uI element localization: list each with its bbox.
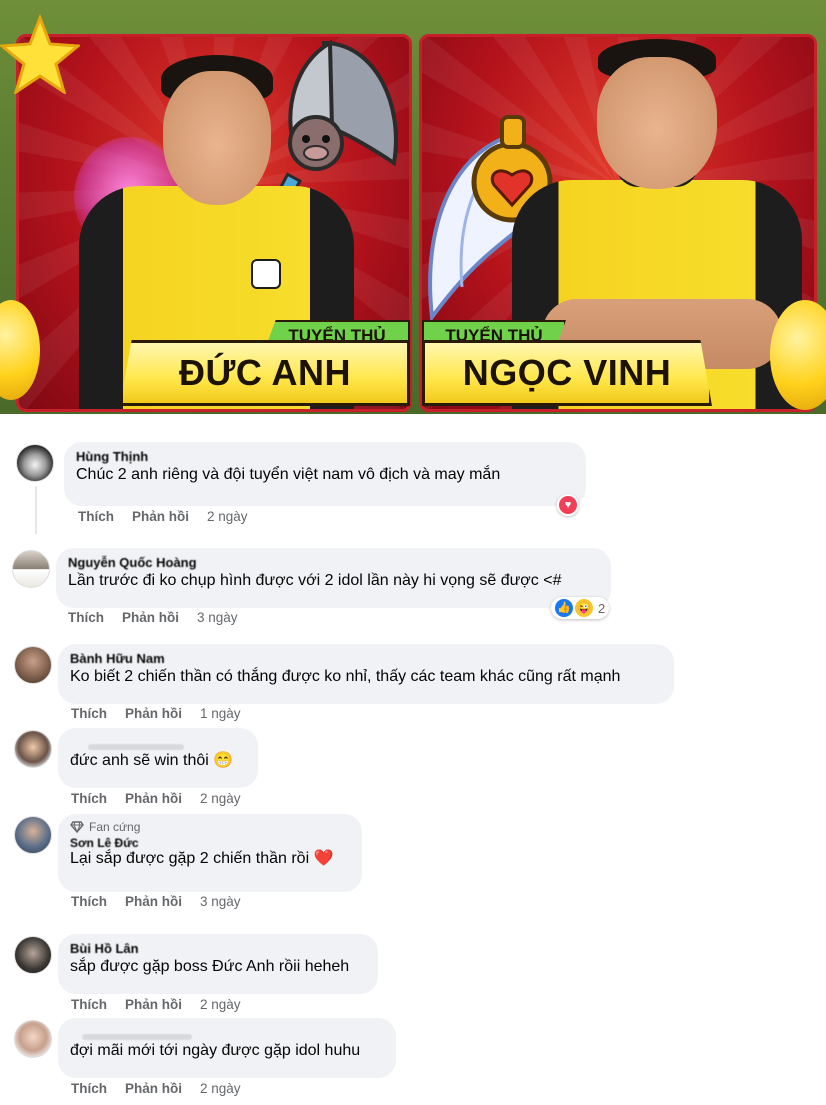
comment-time[interactable]: 3 ngày <box>200 894 241 909</box>
star-icon <box>0 14 80 94</box>
avatar[interactable] <box>14 936 52 974</box>
comment-text: Lại sắp được gặp 2 chiến thần rồi ❤️ <box>70 850 334 867</box>
comment-text: sắp được gặp boss Đức Anh rồii heheh <box>70 958 350 975</box>
comment-author[interactable]: Hùng Thịnh <box>76 450 574 464</box>
comment-author[interactable]: Nguyễn Quốc Hoàng <box>68 556 599 570</box>
comment-author[interactable]: Bành Hữu Nam <box>70 652 662 666</box>
reply-button[interactable]: Phản hồi <box>125 791 182 806</box>
player-name-right: NGỌC VINH <box>422 340 712 406</box>
comment-meta: Thích Phản hồi 3 ngày <box>71 894 241 909</box>
comment-bubble: Fan cứng Sơn Lê Đức Lại sắp được gặp 2 c… <box>58 814 362 892</box>
comment-meta: Thích Phản hồi 2 ngày <box>71 1081 241 1096</box>
badge-label: Fan cứng <box>89 820 141 834</box>
player-name-left: ĐỨC ANH <box>120 340 410 406</box>
like-button[interactable]: Thích <box>78 509 114 524</box>
comment-meta: Thích Phản hồi 2 ngày <box>71 791 241 806</box>
avatar[interactable] <box>14 730 52 768</box>
reply-button[interactable]: Phản hồi <box>125 894 182 909</box>
laugh-emoji-icon: 😜 <box>575 599 593 617</box>
comment-time[interactable]: 2 ngày <box>200 997 241 1012</box>
comment-time[interactable]: 3 ngày <box>197 610 238 625</box>
comment-time[interactable]: 2 ngày <box>200 1081 241 1096</box>
comment-bubble: đức anh sẽ win thôi 😁 <box>58 728 258 788</box>
comment-bubble: Bùi Hồ Lân sắp được gặp boss Đức Anh rồi… <box>58 934 378 994</box>
comment-author <box>70 1026 384 1040</box>
stream-banner-image: TUYỂN THỦ TUYỂN THỦ TUYỂN THỦ ĐỨC ANH NG… <box>0 0 826 414</box>
reply-button[interactable]: Phản hồi <box>125 706 182 721</box>
comment-meta: Thích Phản hồi 2 ngày <box>78 509 248 524</box>
avatar[interactable] <box>14 1020 52 1058</box>
comment-bubble: Hùng Thịnh Chúc 2 anh riêng và đội tuyển… <box>64 442 586 506</box>
comment-meta: Thích Phản hồi 2 ngày <box>71 997 241 1012</box>
reply-button[interactable]: Phản hồi <box>132 509 189 524</box>
avatar[interactable] <box>14 816 52 854</box>
reply-button[interactable]: Phản hồi <box>125 997 182 1012</box>
diamond-icon <box>70 821 84 833</box>
comment-author <box>70 736 246 750</box>
comment-reaction[interactable]: ♥ <box>557 494 579 516</box>
comment-time[interactable]: 2 ngày <box>200 791 241 806</box>
like-button[interactable]: Thích <box>71 997 107 1012</box>
avatar[interactable] <box>16 444 54 482</box>
comment-reactions[interactable]: 👍 😜 2 <box>551 597 610 619</box>
comment-text: Lần trước đi ko chụp hình được với 2 ido… <box>68 572 562 589</box>
avatar[interactable] <box>12 550 50 588</box>
like-button[interactable]: Thích <box>71 706 107 721</box>
reaction-count: 2 <box>598 600 606 616</box>
comment-author[interactable]: Sơn Lê Đức <box>70 836 350 848</box>
comment-meta: Thích Phản hồi 3 ngày <box>68 610 238 625</box>
like-button[interactable]: Thích <box>71 894 107 909</box>
like-button[interactable]: Thích <box>71 1081 107 1096</box>
reply-button[interactable]: Phản hồi <box>122 610 179 625</box>
reply-button[interactable]: Phản hồi <box>125 1081 182 1096</box>
like-button[interactable]: Thích <box>71 791 107 806</box>
heart-icon: ♥ <box>559 496 577 514</box>
comment-section: Hùng Thịnh Chúc 2 anh riêng và đội tuyển… <box>0 414 826 1105</box>
comment-time[interactable]: 1 ngày <box>200 706 241 721</box>
comment-author[interactable]: Bùi Hồ Lân <box>70 942 366 956</box>
like-button[interactable]: Thích <box>68 610 104 625</box>
comment-text: đợi mãi mới tới ngày được gặp idol huhu <box>70 1042 361 1059</box>
comment-text: Chúc 2 anh riêng và đội tuyển việt nam v… <box>76 466 501 483</box>
avatar[interactable] <box>14 646 52 684</box>
comment-text: đức anh sẽ win thôi 😁 <box>70 752 234 769</box>
comment-meta: Thích Phản hồi 1 ngày <box>71 706 241 721</box>
comment-text: Ko biết 2 chiến thần có thắng được ko nh… <box>70 668 621 685</box>
top-fan-badge[interactable]: Fan cứng <box>70 820 350 834</box>
comment-bubble: Nguyễn Quốc Hoàng Lần trước đi ko chụp h… <box>56 548 611 608</box>
comment-bubble: Bành Hữu Nam Ko biết 2 chiến thần có thắ… <box>58 644 674 704</box>
like-icon: 👍 <box>555 599 573 617</box>
comment-bubble: đợi mãi mới tới ngày được gặp idol huhu <box>58 1018 396 1078</box>
comment-time[interactable]: 2 ngày <box>207 509 248 524</box>
